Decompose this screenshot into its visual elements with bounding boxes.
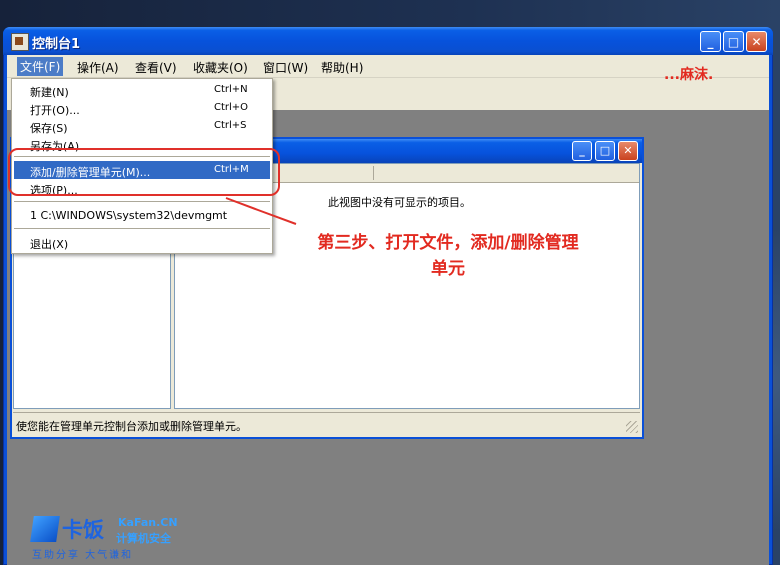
watermark-domain: KaFan.CN	[118, 516, 178, 529]
annotation-pointer-line	[225, 197, 297, 225]
watermark-subtitle: 计算机安全	[116, 532, 171, 545]
kafan-logo-icon	[30, 516, 60, 542]
annotation-step-line2: 单元	[431, 259, 465, 279]
author-signature: ...麻沫.	[664, 67, 714, 83]
watermark-slogan: 互助分享 大气谦和	[32, 550, 134, 561]
annotation-step-text: 第三步、打开文件，添加/删除管理 单元	[298, 230, 598, 282]
annotation-step-line1: 第三步、打开文件，添加/删除管理	[317, 233, 579, 253]
watermark-name: 卡饭	[62, 518, 104, 542]
